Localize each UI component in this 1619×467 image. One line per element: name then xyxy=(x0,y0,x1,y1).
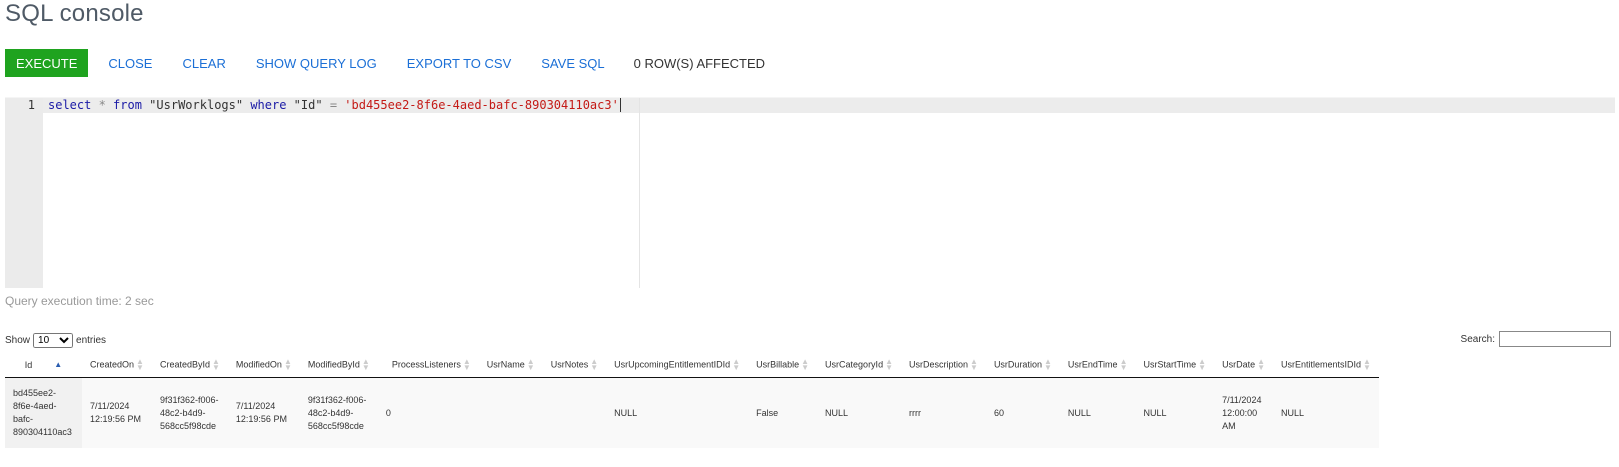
cell-usrduration: 60 xyxy=(993,407,1004,418)
sort-icon: ▲ ▼ xyxy=(211,356,220,372)
column-header-usrendtime[interactable]: UsrEndTime ▲ ▼ xyxy=(1059,352,1136,378)
table-header-row: Id ▲ CreatedOn ▲ ▼ CreatedById ▲ ▼ ModifiedOn… xyxy=(5,352,1379,378)
results-table: Id ▲ CreatedOn ▲ ▼ CreatedById ▲ ▼ ModifiedOn… xyxy=(5,352,1379,448)
sql-column-name: "Id" xyxy=(286,98,330,112)
text-cursor xyxy=(619,98,621,112)
cell-modifiedon: 7/11/2024 12:19:56 PM xyxy=(235,401,287,424)
column-header-createdbyid[interactable]: CreatedById ▲ ▼ xyxy=(151,352,228,378)
toolbar: EXECUTE CLOSE CLEAR SHOW QUERY LOG EXPOR… xyxy=(5,49,765,77)
column-header-usrentitlementsidid[interactable]: UsrEntitlementsIDId ▲ ▼ xyxy=(1273,352,1379,378)
sql-equals: = xyxy=(329,98,338,112)
sql-star: * xyxy=(91,98,114,112)
sort-icon: ▲ ▼ xyxy=(970,356,978,372)
sql-table-name: "UsrWorklogs" xyxy=(141,98,251,112)
column-header-modifiedon[interactable]: ModifiedOn ▲ ▼ xyxy=(227,352,300,378)
search-label: Search: xyxy=(1460,333,1495,345)
sql-keyword-select: select xyxy=(48,98,92,112)
sort-icon: ▲ ▼ xyxy=(361,356,370,372)
sort-icon: ▲ ▼ xyxy=(801,356,810,372)
sql-code-line[interactable]: select * from "UsrWorklogs" where "Id" =… xyxy=(48,98,621,113)
close-button[interactable]: CLOSE xyxy=(108,56,152,71)
rows-affected-status: 0 ROW(S) AFFECTED xyxy=(633,55,766,71)
sort-icon: ▲ ▼ xyxy=(136,356,144,372)
column-header-usrbillable[interactable]: UsrBillable ▲ ▼ xyxy=(748,352,818,378)
sort-icon: ▲ ▼ xyxy=(590,356,599,372)
search-input[interactable] xyxy=(1499,331,1611,347)
sort-icon: ▲ ▼ xyxy=(885,356,893,372)
sql-keyword-from: from xyxy=(113,98,142,112)
column-header-usrstarttime[interactable]: UsrStartTime ▲ ▼ xyxy=(1135,352,1215,378)
column-header-usrcategoryid[interactable]: UsrCategoryId ▲ ▼ xyxy=(817,352,901,378)
cell-usrdate: 7/11/2024 12:00:00 AM xyxy=(1222,394,1262,431)
show-entries-control: Show 10 entries xyxy=(5,333,106,348)
cell-id: bd455ee2- 8f6e-4aed- bafc- 890304110ac3 xyxy=(5,377,82,448)
sql-editor[interactable]: 1 select * from "UsrWorklogs" where "Id"… xyxy=(5,97,1615,288)
column-header-usrdescription[interactable]: UsrDescription ▲ ▼ xyxy=(901,352,986,378)
entries-label: entries xyxy=(76,335,107,346)
column-header-usrduration[interactable]: UsrDuration ▲ ▼ xyxy=(985,352,1060,378)
line-number: 1 xyxy=(27,98,35,112)
cell-usrupcomingentitlementidid: NULL xyxy=(614,407,638,418)
column-header-id[interactable]: Id ▲ xyxy=(5,352,82,378)
cell-usrcategoryid: NULL xyxy=(825,407,849,418)
sort-asc-icon: ▲ xyxy=(54,360,63,370)
show-label: Show xyxy=(5,335,31,346)
sql-string-value: 'bd455ee2-8f6e-4aed-bafc-890304110ac3' xyxy=(344,98,619,112)
execute-button[interactable]: EXECUTE xyxy=(5,49,89,77)
cell-usrstarttime: NULL xyxy=(1143,407,1167,418)
sort-icon: ▲ ▼ xyxy=(1363,356,1371,372)
cell-usrentitlementsidid: NULL xyxy=(1281,407,1305,418)
column-header-createdon[interactable]: CreatedOn ▲ ▼ xyxy=(82,352,152,378)
export-csv-button[interactable]: EXPORT TO CSV xyxy=(407,56,512,71)
entries-select[interactable]: 10 xyxy=(33,333,74,348)
cell-usrname xyxy=(479,378,543,449)
sql-keyword-where: where xyxy=(250,98,287,112)
column-header-processlisteners[interactable]: ProcessListeners ▲ ▼ xyxy=(377,352,479,378)
clear-button[interactable]: CLEAR xyxy=(182,56,225,71)
save-sql-button[interactable]: SAVE SQL xyxy=(541,56,604,71)
column-header-modifiedbyid[interactable]: ModifiedById ▲ ▼ xyxy=(299,352,378,378)
sort-icon: ▲ ▼ xyxy=(1198,356,1207,372)
sort-icon: ▲ ▼ xyxy=(1043,356,1052,372)
column-header-usrnotes[interactable]: UsrNotes ▲ ▼ xyxy=(542,352,607,378)
show-query-log-button[interactable]: SHOW QUERY LOG xyxy=(256,56,377,71)
cell-modifiedbyid: 9f31f362-f006- 48c2-b4d9- 568cc5f98cde xyxy=(307,394,367,431)
editor-gutter: 1 xyxy=(5,98,43,288)
sort-icon: ▲ ▼ xyxy=(1119,356,1128,372)
sort-icon: ▲ ▼ xyxy=(462,356,471,372)
sort-icon: ▲ ▼ xyxy=(732,356,741,372)
sort-icon: ▲ ▼ xyxy=(526,356,535,372)
cell-usrendtime: NULL xyxy=(1067,407,1091,418)
cell-usrnotes xyxy=(543,378,606,449)
column-header-usrupcomingentitlementidid[interactable]: UsrUpcomingEntitlementIDId ▲ ▼ xyxy=(606,352,749,378)
table-row: bd455ee2- 8f6e-4aed- bafc- 890304110ac3 … xyxy=(5,377,1379,449)
cell-usrdescription: rrrr xyxy=(909,407,921,418)
column-header-usrname[interactable]: UsrName ▲ ▼ xyxy=(478,352,543,378)
sort-icon: ▲ ▼ xyxy=(283,356,292,372)
query-execution-time: Query execution time: 2 sec xyxy=(5,294,154,308)
cell-createdon: 7/11/2024 12:19:56 PM xyxy=(90,401,142,424)
column-header-usrdate[interactable]: UsrDate ▲ ▼ xyxy=(1214,352,1274,378)
search-control: Search: xyxy=(1461,331,1611,347)
print-margin xyxy=(639,98,640,288)
cell-usrbillable: False xyxy=(756,407,779,418)
cell-processlisteners: 0 xyxy=(385,407,391,418)
cell-createdbyid: 9f31f362-f006- 48c2-b4d9- 568cc5f98cde xyxy=(159,394,219,431)
page-title: SQL console xyxy=(5,0,144,27)
sort-icon: ▲ ▼ xyxy=(1257,356,1266,372)
